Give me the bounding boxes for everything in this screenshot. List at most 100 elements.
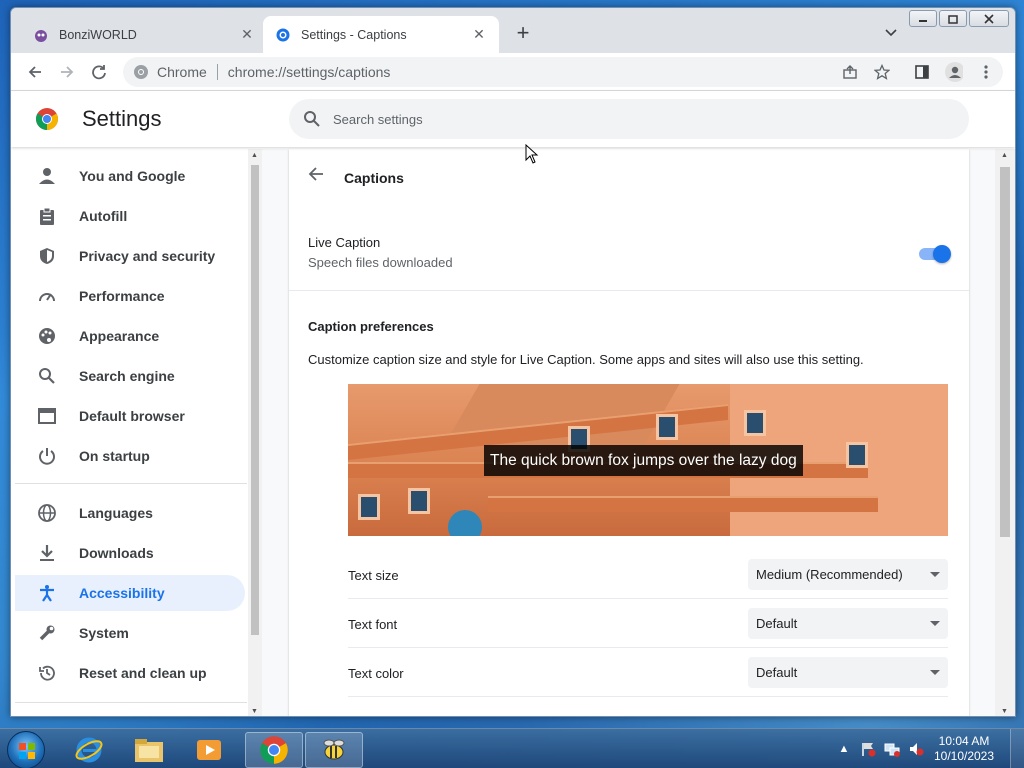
preview-lamp — [448, 510, 482, 536]
tab-strip: BonziWORLD ✕ Settings - Captions ✕ + — [11, 8, 1015, 53]
taskbar-internet-explorer[interactable] — [60, 732, 118, 768]
bookmark-star-icon[interactable] — [873, 63, 891, 81]
scroll-up-arrow-icon[interactable]: ▲ — [251, 152, 258, 159]
reload-button[interactable] — [89, 62, 109, 82]
url-text: chrome://settings/captions — [227, 64, 391, 80]
select-value: Default — [756, 665, 798, 680]
main-scrollbar[interactable]: ▲ ▼ — [995, 149, 1015, 716]
scroll-down-arrow-icon[interactable]: ▼ — [251, 708, 258, 715]
section-divider — [289, 290, 969, 291]
sidebar-item-default-browser[interactable]: Default browser — [15, 398, 245, 434]
subpage-title: Captions — [344, 170, 404, 186]
sidebar-item-label: Downloads — [79, 545, 154, 561]
bee-icon — [323, 739, 345, 760]
show-desktop-button[interactable] — [1010, 729, 1024, 768]
restore-icon — [948, 14, 958, 24]
mouse-cursor-icon — [525, 143, 539, 164]
scroll-up-arrow-icon[interactable]: ▲ — [1001, 152, 1008, 159]
omnibox-separator — [216, 64, 218, 80]
address-bar[interactable]: Chrome chrome://settings/captions — [123, 57, 1003, 87]
accessibility-icon — [37, 583, 57, 603]
back-arrow-icon — [308, 167, 323, 181]
sidebar-item-accessibility[interactable]: Accessibility — [15, 575, 245, 611]
new-tab-button[interactable]: + — [511, 22, 535, 44]
globe-icon — [37, 503, 57, 523]
preview-window — [656, 414, 678, 440]
dropdown-arrow-icon — [930, 670, 940, 675]
sidebar-item-search-engine[interactable]: Search engine — [15, 358, 245, 394]
sidebar-item-label: Appearance — [79, 328, 160, 344]
back-button[interactable] — [25, 62, 45, 82]
sidebar-scrollbar[interactable]: ▲ ▼ — [248, 149, 262, 716]
minimize-button[interactable] — [909, 10, 937, 27]
scrollbar-thumb[interactable] — [251, 165, 259, 635]
palette-icon — [37, 326, 57, 346]
internet-explorer-icon — [75, 737, 103, 763]
sidebar-item-you-and-google[interactable]: You and Google — [15, 158, 245, 194]
maximize-button[interactable] — [939, 10, 967, 27]
clock-time: 10:04 AM — [938, 734, 990, 748]
text-font-select[interactable]: Default — [748, 608, 948, 639]
close-tab-icon[interactable]: ✕ — [471, 26, 487, 43]
more-menu-icon[interactable] — [977, 63, 995, 81]
network-icon[interactable] — [884, 741, 900, 757]
toggle-knob — [933, 245, 951, 263]
forward-button[interactable] — [57, 62, 77, 82]
sidebar-item-downloads[interactable]: Downloads — [15, 535, 245, 571]
scrollbar-thumb[interactable] — [1000, 167, 1010, 537]
settings-header: Settings — [11, 91, 1015, 147]
tab-bonziworld[interactable]: BonziWORLD ✕ — [21, 16, 267, 53]
tab-search-chevron-icon[interactable] — [885, 26, 897, 40]
taskbar-media-player[interactable] — [180, 732, 238, 768]
caption-preferences-description: Customize caption size and style for Liv… — [308, 352, 864, 367]
start-button[interactable] — [7, 731, 45, 768]
profile-avatar-icon[interactable] — [945, 62, 963, 82]
chrome-logo-icon — [133, 64, 149, 80]
side-panel-icon[interactable] — [913, 63, 931, 81]
text-color-row: Text color Default — [348, 649, 948, 697]
show-hidden-icons-icon[interactable]: ▲ — [836, 741, 852, 757]
browser-toolbar: Chrome chrome://settings/captions — [11, 53, 1015, 91]
omnibox-actions — [841, 62, 995, 82]
sidebar-item-on-startup[interactable]: On startup — [15, 438, 245, 474]
sidebar-item-languages[interactable]: Languages — [15, 495, 245, 531]
sidebar-item-reset[interactable]: Reset and clean up — [15, 655, 245, 691]
clock-date: 10/10/2023 — [933, 749, 995, 763]
history-icon — [37, 663, 57, 683]
sidebar-item-privacy[interactable]: Privacy and security — [15, 238, 245, 274]
settings-search-box[interactable] — [289, 99, 969, 139]
sidebar-divider — [15, 702, 247, 703]
action-center-flag-icon[interactable] — [860, 741, 876, 757]
preview-window — [408, 488, 430, 514]
text-color-select[interactable]: Default — [748, 657, 948, 688]
sidebar-item-appearance[interactable]: Appearance — [15, 318, 245, 354]
live-caption-toggle[interactable] — [919, 245, 951, 263]
search-input[interactable] — [333, 111, 933, 127]
close-window-button[interactable] — [969, 10, 1009, 27]
wrench-icon — [37, 623, 57, 643]
back-button[interactable] — [307, 165, 327, 185]
reload-icon — [92, 65, 106, 80]
close-icon — [984, 13, 994, 24]
taskbar-chrome[interactable] — [245, 732, 303, 768]
sidebar-item-label: Accessibility — [79, 585, 165, 601]
sidebar-item-label: Reset and clean up — [79, 665, 207, 681]
text-size-select[interactable]: Medium (Recommended) — [748, 559, 948, 590]
volume-muted-icon[interactable] — [908, 741, 924, 757]
scroll-down-arrow-icon[interactable]: ▼ — [1001, 708, 1008, 715]
tab-settings-captions[interactable]: Settings - Captions ✕ — [263, 16, 499, 53]
taskbar-bonzibuddy[interactable] — [305, 732, 363, 768]
search-icon — [303, 110, 321, 128]
share-icon[interactable] — [841, 63, 859, 81]
close-tab-icon[interactable]: ✕ — [239, 26, 255, 43]
taskbar-clock[interactable]: 10:04 AM 10/10/2023 — [932, 734, 996, 764]
captions-card: Captions Live Caption Speech files downl… — [289, 149, 969, 716]
tab-title: BonziWORLD — [59, 27, 137, 42]
sidebar-item-autofill[interactable]: Autofill — [15, 198, 245, 234]
power-icon — [37, 446, 57, 466]
taskbar-file-explorer[interactable] — [120, 732, 178, 768]
sidebar-item-system[interactable]: System — [15, 615, 245, 651]
browser-window-icon — [37, 406, 57, 426]
sidebar-item-performance[interactable]: Performance — [15, 278, 245, 314]
caption-preview-text: The quick brown fox jumps over the lazy … — [484, 445, 803, 476]
